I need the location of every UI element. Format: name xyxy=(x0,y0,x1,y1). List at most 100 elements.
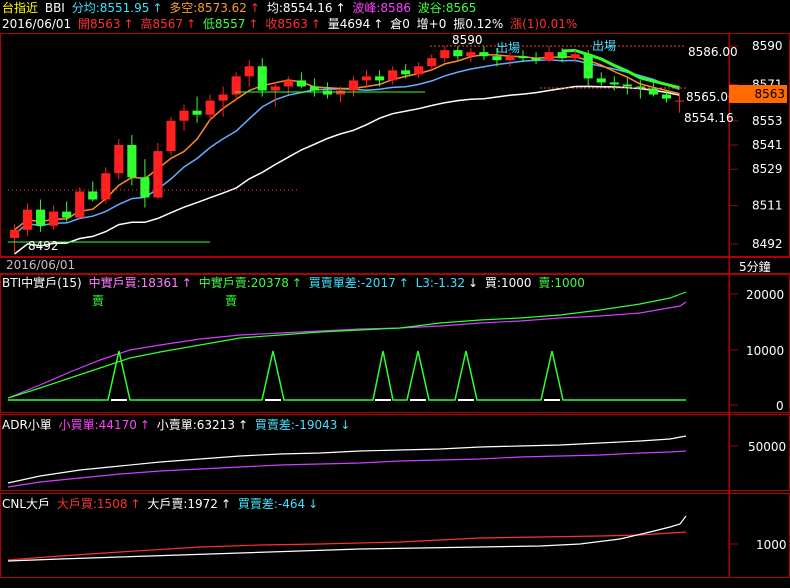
adr-sell-value: 小賣單:63213 xyxy=(156,418,235,432)
candle-body xyxy=(361,76,372,81)
candle-body xyxy=(466,52,476,57)
adr-buy-value: 小買單:44170 xyxy=(58,418,137,432)
main-y-tick: 8553 xyxy=(752,114,783,128)
candle-body xyxy=(401,70,411,75)
candle-body xyxy=(244,66,254,77)
candle xyxy=(22,203,33,236)
cnl-panel: 1000 xyxy=(7,515,787,562)
candle-body xyxy=(309,86,319,91)
adr-panel: 50000 xyxy=(7,435,786,488)
candle xyxy=(218,86,228,117)
candle-body xyxy=(296,80,306,87)
bti-l3-value: L3:-1.32 xyxy=(415,276,466,290)
candle-body xyxy=(544,52,554,61)
exit-label-2: 出場 xyxy=(592,39,616,53)
candle-body xyxy=(674,100,685,102)
candle-body xyxy=(75,191,85,218)
peak-label: 8590 xyxy=(452,33,483,47)
candle-body xyxy=(101,173,111,200)
candle xyxy=(257,58,267,97)
candle-body xyxy=(531,58,541,61)
candle-body xyxy=(62,211,72,218)
candle xyxy=(453,46,463,61)
candle-body xyxy=(414,66,424,75)
candle-body xyxy=(140,177,150,198)
candle xyxy=(101,167,111,204)
bti-header: BTI中實戶(15) 中實戶買:18361 ↑ 中實戶賣:20378 ↑ 買賣單差:… xyxy=(2,276,585,290)
bti-y-tick-20000: 20000 xyxy=(746,288,784,302)
candle-body xyxy=(114,145,124,174)
candle xyxy=(648,82,658,97)
candle xyxy=(348,76,359,97)
adr-header: ADR小單 小買單:44170 ↑ 小賣單:63213 ↑ 買賣差:-19043 ↓ xyxy=(2,418,351,432)
candle-body xyxy=(192,110,202,115)
candle-body xyxy=(388,70,398,81)
main-y-axis: 8590857185538541852985118492 xyxy=(730,39,783,251)
candle-body xyxy=(648,88,658,95)
bti-sell-line xyxy=(7,291,687,399)
bti-y-tick-0: 0 xyxy=(776,399,784,413)
candle xyxy=(270,82,280,107)
main-y-tick: 8590 xyxy=(752,39,783,53)
adr-y-tick-50000: 50000 xyxy=(748,440,786,454)
bti-panel: 20000 10000 0 賣 賣 xyxy=(7,288,784,413)
bti-buy-line xyxy=(7,301,687,399)
adr-diff-value: 買賣差:-19043 xyxy=(254,418,338,432)
candle xyxy=(583,50,593,87)
level-high-label: 8586.00 xyxy=(688,45,738,59)
trough-label: 8492 xyxy=(28,239,59,253)
bti-signal-sell-2: 賣 xyxy=(225,293,237,308)
candle-body xyxy=(166,120,176,152)
candle xyxy=(440,46,450,63)
cnl-sell-value: 大戶賣:1972 xyxy=(147,497,218,511)
cnl-sell-line xyxy=(7,515,687,562)
candle xyxy=(114,138,124,180)
candle-body xyxy=(427,58,437,67)
bti-y-tick-10000: 10000 xyxy=(746,344,784,358)
main-plot xyxy=(9,46,685,255)
adr-sell-line xyxy=(7,435,687,484)
candle-body xyxy=(596,78,606,83)
candle-body xyxy=(479,52,489,57)
candle xyxy=(192,96,202,123)
candle-body xyxy=(322,90,333,95)
candle-body xyxy=(570,54,580,59)
candle xyxy=(166,116,176,156)
adr-buy-line xyxy=(7,450,687,488)
candle-body xyxy=(583,54,593,79)
candle-body xyxy=(335,90,346,95)
cnl-header: CNL大戶 大戶買:1508 ↑ 大戶賣:1972 ↑ 買賣差:-464 ↓ xyxy=(2,497,319,511)
candle xyxy=(140,159,150,208)
candle-body xyxy=(36,209,46,226)
candle-body xyxy=(153,151,163,198)
candle xyxy=(375,70,385,87)
candle xyxy=(479,46,489,61)
candle xyxy=(388,66,398,85)
main-y-tick: 8541 xyxy=(752,138,783,152)
bti-buy-value: 中實戶買:18361 xyxy=(88,276,179,290)
cnl-diff-value: 買賣差:-464 xyxy=(237,497,306,511)
bti-b-value: 買:1000 xyxy=(484,276,532,290)
candle xyxy=(296,72,306,89)
candle-body xyxy=(9,229,20,238)
candle-body xyxy=(518,56,528,59)
bti-label: BTI中實戶(15) xyxy=(2,276,82,290)
bti-signal-line xyxy=(8,350,686,401)
candle-body xyxy=(453,50,463,57)
exit-label-1: 出場 xyxy=(496,41,520,55)
adr-label: ADR小單 xyxy=(2,418,52,432)
candle-body xyxy=(492,56,502,61)
current-price-badge: 8563 xyxy=(729,85,787,103)
candle xyxy=(309,78,319,97)
main-y-tick: 8511 xyxy=(752,199,783,213)
cnl-buy-value: 大戶買:1508 xyxy=(56,497,128,511)
candle-body xyxy=(440,50,450,59)
bti-diff-value: 買賣單差:-2017 xyxy=(308,276,396,290)
ma-fast-line xyxy=(14,53,680,231)
date-bar-label: 2016/06/01 xyxy=(6,258,75,272)
candle-body xyxy=(22,209,33,230)
candle-body xyxy=(557,52,567,59)
candle xyxy=(322,82,333,99)
candle-body xyxy=(375,76,385,81)
cnl-y-tick-1000: 1000 xyxy=(756,538,787,552)
